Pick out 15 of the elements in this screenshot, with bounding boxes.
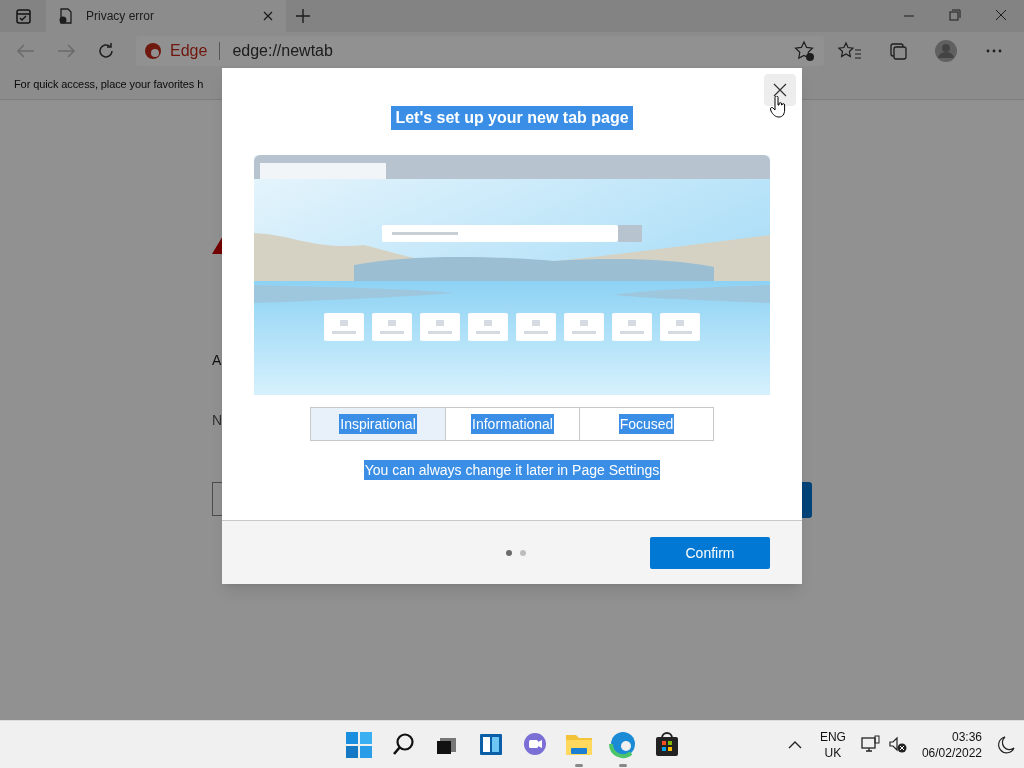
site-label: Edge [170, 41, 208, 61]
url-text: edge://newtab [232, 41, 334, 61]
layout-option[interactable]: Inspirational [311, 408, 445, 440]
clock-date[interactable]: 06/02/2022 [921, 745, 982, 761]
dialog-title: Let's set up your new tab page [391, 106, 633, 130]
favorites-bar-hint: For quick access, place your favorites h [14, 77, 204, 93]
text-fragment: A [212, 351, 222, 370]
hint-text: You can always change it later in Page Settings [363, 460, 661, 480]
tab-title: Privacy error [86, 8, 155, 25]
clock-time[interactable]: 03:36 [951, 729, 982, 745]
text-fragment: N [212, 411, 223, 430]
address-bar[interactable]: Edge edge://newtab [136, 36, 824, 66]
browser-tab[interactable]: Privacy error [46, 0, 286, 32]
confirm-button[interactable]: Confirm [650, 537, 770, 569]
language-indicator[interactable]: ENG UK [811, 729, 854, 761]
